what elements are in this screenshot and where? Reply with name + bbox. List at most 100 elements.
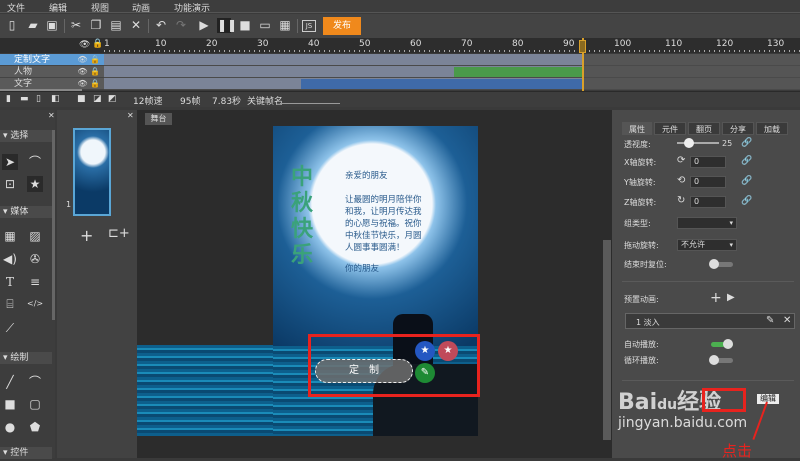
stop-icon[interactable]: ■	[238, 18, 252, 33]
layer-visibility-lock-icon[interactable]: 👁 🔒	[77, 54, 100, 66]
rounded-rect-icon[interactable]: ▢	[27, 396, 43, 412]
loop-toggle[interactable]	[709, 355, 733, 365]
play-icon[interactable]: ▶	[197, 18, 211, 33]
timeline-layer[interactable]: 人物 👁 🔒	[0, 66, 104, 78]
chart-icon[interactable]: ⟋	[2, 320, 18, 336]
line-icon[interactable]: ╱	[2, 374, 18, 390]
timeline-layer[interactable]: 定制文字 👁 🔒	[0, 54, 104, 66]
ruler-tick: 100	[614, 39, 632, 49]
link-icon[interactable]: 🔗	[741, 196, 752, 206]
pencil-icon[interactable]: ✎	[766, 315, 774, 326]
perspective-slider-knob[interactable]	[684, 138, 694, 148]
star-frame-icon[interactable]: ★	[27, 176, 43, 192]
toolbar: ▯ ▰ ▣ ✂ ❐ ▤ ✕ ↶ ↷ ▶ ❚❚ ■ ▭ ▦ JS	[0, 14, 800, 38]
reset-on-end-toggle[interactable]	[709, 259, 733, 269]
image-icon[interactable]: ▨	[27, 228, 43, 244]
autoplay-label: 自动播放:	[624, 340, 659, 349]
sound-icon[interactable]: ◀)	[2, 251, 18, 267]
video-icon[interactable]: ✇	[27, 251, 43, 267]
paragraph-icon[interactable]: ≡	[27, 274, 43, 290]
circle-icon[interactable]: ●	[2, 419, 18, 435]
lasso-icon[interactable]: ⌒	[27, 154, 43, 170]
presentation-icon[interactable]: ⌸	[2, 296, 18, 312]
layer-track[interactable]	[104, 54, 800, 66]
tab-load[interactable]: 加载	[756, 122, 788, 135]
ruler-tick: 60	[410, 39, 422, 49]
cut-icon[interactable]: ✂	[69, 18, 83, 33]
pause-icon[interactable]: ❚❚	[217, 18, 237, 33]
perspective-value: 25	[722, 139, 733, 148]
group-type-select[interactable]: ▾	[677, 217, 737, 229]
menu-demo[interactable]: 功能演示	[174, 1, 210, 14]
new-file-icon[interactable]: ▯	[5, 18, 19, 33]
publish-button[interactable]: 发布	[323, 17, 361, 35]
close-icon[interactable]: ✕	[48, 111, 55, 120]
add-keyframe-icon[interactable]: ◪	[93, 94, 102, 104]
remove-keyframe-icon[interactable]: ◩	[108, 94, 117, 104]
tools-scrollbar[interactable]	[52, 130, 55, 320]
play-icon[interactable]: ▶	[727, 292, 735, 303]
qrcode-icon[interactable]: ▦	[278, 18, 292, 33]
menu-file[interactable]: 文件	[7, 1, 25, 14]
edit-button[interactable]: 编辑	[757, 394, 779, 404]
trash-icon[interactable]: ▯	[36, 94, 41, 104]
anim-list-item[interactable]: 1 淡入 ✎ ✕	[625, 313, 795, 329]
text-icon[interactable]: T	[2, 274, 18, 290]
x-rotation-input[interactable]: 0	[690, 156, 726, 168]
link-icon[interactable]: 🔗	[741, 138, 752, 148]
copy-icon[interactable]: ❐	[89, 18, 103, 33]
redo-icon[interactable]: ↷	[174, 18, 188, 33]
autoplay-toggle[interactable]	[711, 339, 733, 349]
close-icon[interactable]: ✕	[127, 111, 134, 120]
layer-track[interactable]	[104, 66, 800, 78]
tab-stage[interactable]: 舞台	[145, 113, 172, 125]
pentagon-icon[interactable]: ⬟	[27, 419, 43, 435]
keyframe-icon[interactable]: ■	[77, 94, 86, 104]
lock-icon[interactable]: 🔒	[92, 39, 103, 49]
add-layer-icon[interactable]: ▮	[6, 94, 11, 104]
track-bar-person[interactable]	[454, 67, 583, 77]
link-icon[interactable]: 🔗	[741, 176, 752, 186]
y-rotation-input[interactable]: 0	[690, 176, 726, 188]
tab-flip[interactable]: 翻页	[688, 122, 720, 135]
add-folder-icon[interactable]: ▬	[20, 94, 29, 104]
menu-view[interactable]: 视图	[91, 1, 109, 14]
playhead-handle[interactable]	[579, 40, 586, 53]
open-folder-icon[interactable]: ▰	[26, 18, 40, 33]
page-thumbnail[interactable]	[73, 128, 111, 216]
add-icon[interactable]: +	[710, 290, 722, 306]
js-icon[interactable]: JS	[302, 20, 316, 32]
tab-properties[interactable]: 属性	[622, 122, 652, 135]
copy-layer-icon[interactable]: ◧	[51, 94, 60, 104]
html-code-icon[interactable]: </>	[27, 296, 43, 312]
rectangle-icon[interactable]: ■	[2, 396, 18, 412]
transform-icon[interactable]: ⊡	[2, 176, 18, 192]
link-icon[interactable]: 🔗	[741, 156, 752, 166]
z-rotation-input[interactable]: 0	[690, 196, 726, 208]
section-controls[interactable]: ▾ 控件	[0, 447, 52, 459]
preview-icon[interactable]: ▭	[258, 18, 272, 33]
eye-icon[interactable]: 👁	[79, 40, 90, 50]
layer-visibility-lock-icon[interactable]: 👁 🔒	[77, 66, 100, 78]
paste-icon[interactable]: ▤	[109, 18, 123, 33]
add-page-icon[interactable]: +	[80, 226, 93, 245]
drag-rotate-select[interactable]: 不允许 ▾	[677, 239, 737, 251]
arrow-select-icon[interactable]: ➤	[2, 154, 18, 170]
section-media[interactable]: ▾ 媒体	[0, 206, 52, 218]
track-bar-text[interactable]	[301, 79, 583, 89]
menu-edit[interactable]: 编辑	[49, 1, 67, 14]
delete-icon[interactable]: ✕	[129, 18, 143, 33]
tab-components[interactable]: 元件	[654, 122, 686, 135]
section-draw[interactable]: ▾ 绘制	[0, 352, 52, 364]
menu-animation[interactable]: 动画	[132, 1, 150, 14]
section-select[interactable]: ▾ 选择	[0, 130, 52, 142]
keyframe-name-input[interactable]	[280, 103, 340, 104]
undo-icon[interactable]: ↶	[154, 18, 168, 33]
stage-scrollbar[interactable]	[603, 240, 611, 440]
curve-icon[interactable]: ⌒	[27, 374, 43, 390]
grid-icon[interactable]: ▦	[2, 228, 18, 244]
save-icon[interactable]: ▣	[45, 18, 59, 33]
import-page-icon[interactable]: ⊏+	[108, 226, 130, 241]
tab-share[interactable]: 分享	[722, 122, 754, 135]
close-icon[interactable]: ✕	[783, 315, 791, 326]
